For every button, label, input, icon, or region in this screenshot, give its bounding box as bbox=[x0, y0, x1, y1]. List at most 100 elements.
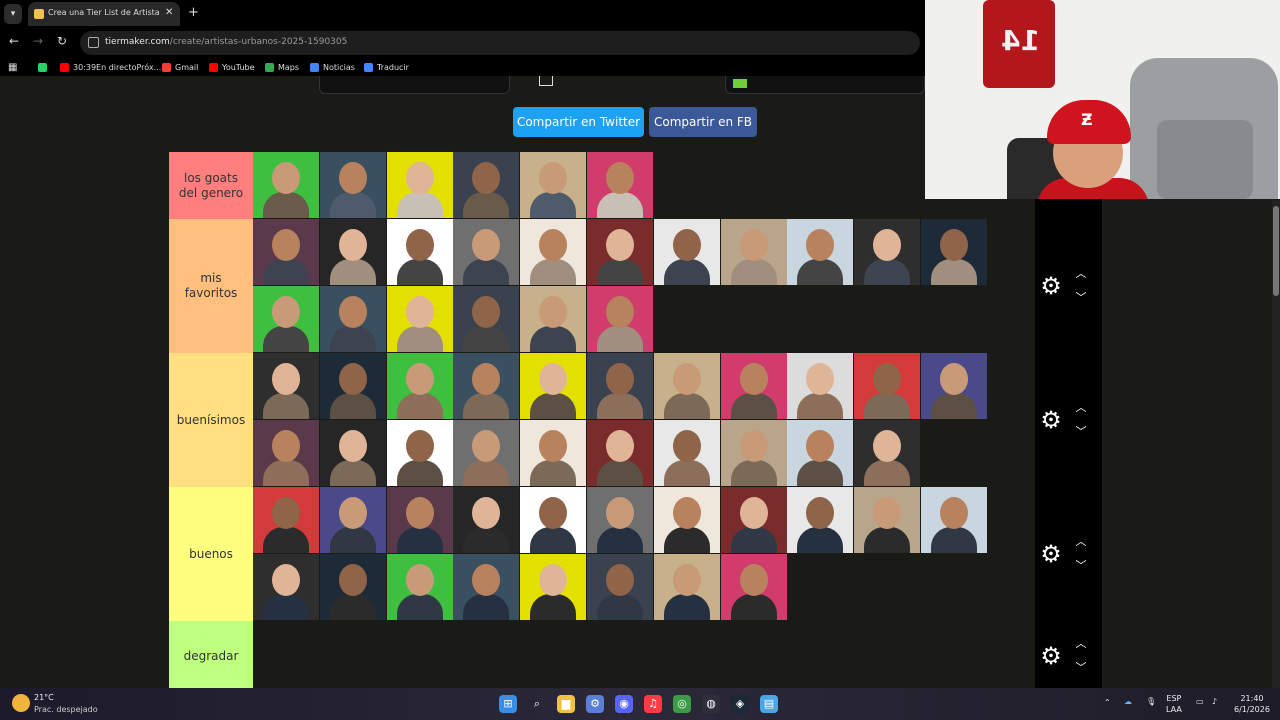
language-indicator[interactable]: ESP LAA bbox=[1166, 693, 1182, 715]
artist-tile[interactable] bbox=[253, 219, 319, 285]
artist-tile[interactable] bbox=[587, 219, 653, 285]
ranking-option-box[interactable] bbox=[725, 76, 925, 94]
tier-drop-zone[interactable] bbox=[253, 219, 1035, 353]
obs-icon[interactable]: ◍ bbox=[702, 695, 720, 713]
reload-icon[interactable]: ↻ bbox=[57, 34, 67, 48]
onedrive-icon[interactable]: ☁ bbox=[1124, 696, 1132, 707]
artist-tile[interactable] bbox=[587, 420, 653, 486]
notepad-icon[interactable]: ▤ bbox=[760, 695, 778, 713]
artist-tile[interactable] bbox=[453, 353, 520, 419]
scrollbar-thumb[interactable] bbox=[1273, 206, 1279, 296]
bookmark-item[interactable] bbox=[38, 61, 47, 73]
discord-icon[interactable]: ◉ bbox=[615, 695, 633, 713]
tier-drop-zone[interactable] bbox=[253, 152, 1035, 219]
back-icon[interactable]: ← bbox=[9, 34, 19, 48]
artist-tile[interactable] bbox=[253, 286, 319, 352]
tier-settings-gear-icon[interactable]: ⚙ bbox=[1039, 408, 1063, 432]
file-explorer-icon[interactable]: ▆ bbox=[557, 695, 575, 713]
bookmark-item[interactable]: Maps bbox=[265, 61, 299, 73]
artist-tile[interactable] bbox=[720, 219, 787, 285]
artist-tile[interactable] bbox=[854, 219, 921, 285]
move-tier-up-icon[interactable]: ︿ bbox=[1073, 638, 1089, 650]
search-icon[interactable]: ⌕ bbox=[528, 695, 546, 713]
artist-tile[interactable] bbox=[587, 286, 653, 352]
address-bar[interactable]: tiermaker.com/create/artistas-urbanos-20… bbox=[80, 31, 920, 55]
artist-tile[interactable] bbox=[319, 487, 386, 553]
artist-tile[interactable] bbox=[319, 286, 386, 352]
artist-tile[interactable] bbox=[253, 353, 319, 419]
move-tier-down-icon[interactable]: ﹀ bbox=[1073, 560, 1089, 572]
artist-tile[interactable] bbox=[253, 487, 319, 553]
artist-tile[interactable] bbox=[319, 554, 386, 620]
artist-tile[interactable] bbox=[854, 487, 921, 553]
artist-tile[interactable] bbox=[587, 353, 653, 419]
tab-search-button[interactable]: ▾ bbox=[4, 4, 22, 24]
artist-tile[interactable] bbox=[520, 219, 587, 285]
bookmark-item[interactable]: Gmail bbox=[162, 61, 198, 73]
clock[interactable]: 21:40 6/1/2026 bbox=[1234, 693, 1270, 715]
artist-tile[interactable] bbox=[319, 420, 386, 486]
share-twitter-button[interactable]: Compartir en Twitter bbox=[513, 107, 644, 137]
tier-drop-zone[interactable] bbox=[253, 353, 1035, 487]
artist-tile[interactable] bbox=[787, 487, 854, 553]
artist-tile[interactable] bbox=[921, 219, 987, 285]
bookmark-item[interactable]: Traducir bbox=[364, 61, 409, 73]
bookmark-item[interactable]: Noticias bbox=[310, 61, 355, 73]
new-tab-button[interactable]: + bbox=[188, 5, 199, 20]
start-icon[interactable]: ⊞ bbox=[499, 695, 517, 713]
artist-tile[interactable] bbox=[520, 554, 587, 620]
move-tier-down-icon[interactable]: ﹀ bbox=[1073, 292, 1089, 304]
artist-tile[interactable] bbox=[653, 487, 720, 553]
artist-tile[interactable] bbox=[453, 487, 520, 553]
move-tier-up-icon[interactable]: ︿ bbox=[1073, 402, 1089, 414]
artist-tile[interactable] bbox=[386, 554, 453, 620]
artist-tile[interactable] bbox=[319, 152, 386, 218]
artist-tile[interactable] bbox=[587, 554, 653, 620]
artist-tile[interactable] bbox=[653, 353, 720, 419]
artist-tile[interactable] bbox=[453, 219, 520, 285]
share-facebook-button[interactable]: Compartir en FB bbox=[649, 107, 757, 137]
artist-tile[interactable] bbox=[386, 420, 453, 486]
settings-app-icon[interactable]: ⚙ bbox=[586, 695, 604, 713]
tier-label[interactable]: buenos bbox=[169, 487, 253, 621]
artist-tile[interactable] bbox=[453, 152, 520, 218]
artist-tile[interactable] bbox=[520, 487, 587, 553]
show-hidden-icons-icon[interactable]: ⌃ bbox=[1104, 697, 1111, 708]
artist-tile[interactable] bbox=[319, 219, 386, 285]
artist-tile[interactable] bbox=[787, 420, 854, 486]
close-tab-icon[interactable]: ✕ bbox=[165, 7, 173, 18]
artist-tile[interactable] bbox=[587, 152, 653, 218]
music-icon[interactable]: ♫ bbox=[644, 695, 662, 713]
weather-icon[interactable] bbox=[12, 694, 30, 712]
move-tier-down-icon[interactable]: ﹀ bbox=[1073, 662, 1089, 674]
artist-tile[interactable] bbox=[453, 286, 520, 352]
tier-label[interactable]: buenísimos bbox=[169, 353, 253, 487]
forward-icon[interactable]: → bbox=[33, 34, 43, 48]
tier-drop-zone[interactable] bbox=[253, 487, 1035, 621]
artist-tile[interactable] bbox=[520, 152, 587, 218]
network-icon[interactable]: ▭ bbox=[1196, 696, 1204, 707]
artist-tile[interactable] bbox=[720, 487, 787, 553]
artist-tile[interactable] bbox=[253, 420, 319, 486]
artist-tile[interactable] bbox=[453, 554, 520, 620]
artist-tile[interactable] bbox=[319, 353, 386, 419]
artist-tile[interactable] bbox=[787, 353, 854, 419]
artist-tile[interactable] bbox=[921, 353, 987, 419]
artist-tile[interactable] bbox=[253, 554, 319, 620]
artist-tile[interactable] bbox=[386, 152, 453, 218]
tier-label[interactable]: los goats del genero bbox=[169, 152, 253, 219]
artist-tile[interactable] bbox=[453, 420, 520, 486]
steam-icon[interactable]: ◈ bbox=[731, 695, 749, 713]
artist-tile[interactable] bbox=[653, 554, 720, 620]
artist-tile[interactable] bbox=[787, 219, 854, 285]
artist-tile[interactable] bbox=[720, 420, 787, 486]
chrome-icon[interactable]: ◎ bbox=[673, 695, 691, 713]
artist-tile[interactable] bbox=[386, 219, 453, 285]
tier-settings-gear-icon[interactable]: ⚙ bbox=[1039, 644, 1063, 668]
tier-label[interactable]: mis favoritos bbox=[169, 219, 253, 353]
artist-tile[interactable] bbox=[720, 353, 787, 419]
tier-settings-gear-icon[interactable]: ⚙ bbox=[1039, 274, 1063, 298]
artist-tile[interactable] bbox=[854, 353, 921, 419]
save-option-box[interactable] bbox=[319, 76, 553, 94]
artist-tile[interactable] bbox=[653, 219, 720, 285]
